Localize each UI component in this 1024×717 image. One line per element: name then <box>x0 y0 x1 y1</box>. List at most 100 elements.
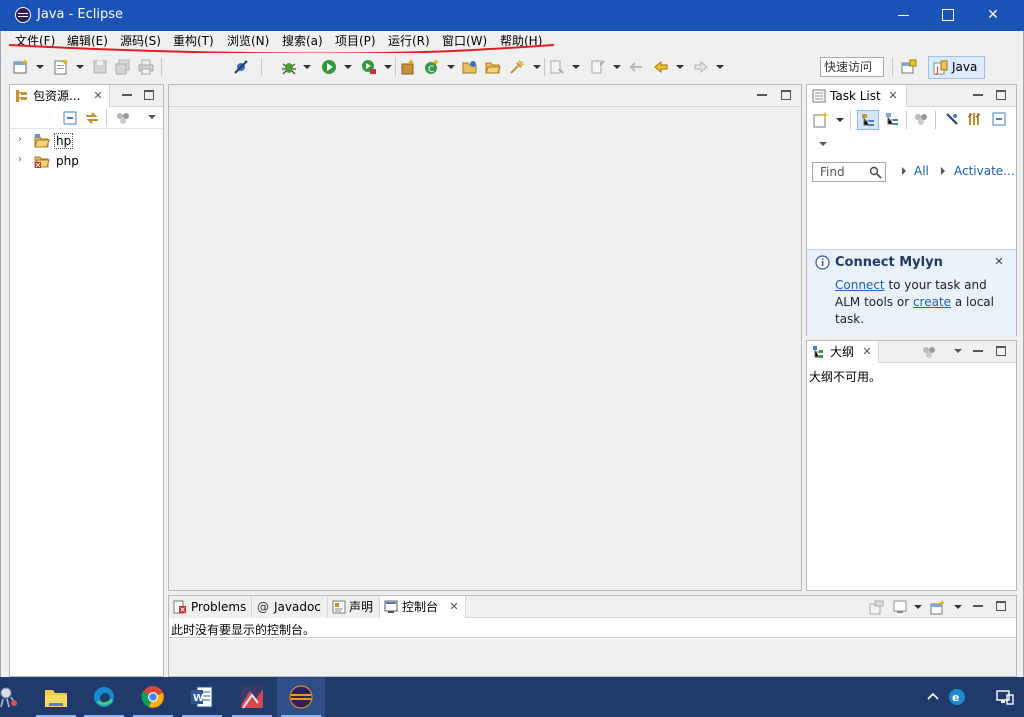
close-icon[interactable]: ✕ <box>993 256 1005 268</box>
run-external-tools-icon[interactable] <box>361 59 377 75</box>
minimize-view-icon[interactable] <box>973 605 983 607</box>
create-link[interactable]: create <box>913 295 951 309</box>
task-find-field[interactable]: Find <box>812 162 886 182</box>
tab-declaration[interactable]: 声明 <box>328 596 380 618</box>
scheduled-icon[interactable] <box>885 112 899 126</box>
tab-console[interactable]: 控制台 ✕ <box>380 596 466 618</box>
tree-item[interactable]: › php <box>10 151 163 171</box>
new-java-class-icon[interactable]: C <box>424 59 440 75</box>
search-icon[interactable] <box>869 166 882 179</box>
close-icon[interactable]: ✕ <box>861 346 873 358</box>
open-task-icon[interactable] <box>509 59 525 75</box>
minimize-editor-icon[interactable] <box>757 94 767 96</box>
open-console-icon[interactable] <box>930 600 945 615</box>
editor-area[interactable] <box>168 84 802 591</box>
new-file-icon[interactable] <box>53 59 69 75</box>
tab-package-explorer[interactable]: 包资源... ✕ <box>10 85 110 107</box>
focus-icon[interactable] <box>922 345 936 359</box>
maximize-view-icon[interactable] <box>996 601 1006 611</box>
expand-arrow-icon[interactable]: › <box>18 134 22 145</box>
minimize-view-icon[interactable] <box>122 94 132 96</box>
minimize-button[interactable] <box>881 0 927 31</box>
taskbar-image-app[interactable] <box>228 677 276 717</box>
maximize-view-icon[interactable] <box>144 90 154 100</box>
forward-icon[interactable] <box>693 59 709 75</box>
focus-on-workweek-icon[interactable] <box>914 112 928 126</box>
open-task-dropdown-icon[interactable] <box>533 65 541 69</box>
connect-link[interactable]: Connect <box>835 278 885 292</box>
quick-access-field[interactable]: 快速访问 <box>820 57 884 77</box>
open-perspective-icon[interactable] <box>901 59 917 75</box>
run-icon[interactable] <box>321 59 337 75</box>
network-icon[interactable] <box>996 689 1014 705</box>
annotation-next-icon[interactable] <box>549 59 565 75</box>
view-menu-icon[interactable] <box>819 142 827 146</box>
open-console-dropdown-icon[interactable] <box>954 605 962 609</box>
pin-console-icon[interactable] <box>869 600 884 615</box>
gadget-icon[interactable] <box>0 685 18 709</box>
close-button[interactable]: ✕ <box>970 0 1016 31</box>
last-edit-location-icon[interactable] <box>628 59 644 75</box>
annotation-prev-dropdown-icon[interactable] <box>613 65 621 69</box>
minimize-view-icon[interactable] <box>973 350 983 352</box>
maximize-button[interactable] <box>925 0 971 31</box>
filter-all-link[interactable]: All <box>914 164 929 178</box>
external-tools-dropdown-icon[interactable] <box>384 65 392 69</box>
activate-task-link[interactable]: Activate... <box>954 164 1015 178</box>
tab-problems[interactable]: Problems <box>169 596 252 618</box>
back-dropdown-icon[interactable] <box>676 65 684 69</box>
display-console-dropdown-icon[interactable] <box>914 605 922 609</box>
tab-outline[interactable]: 大纲 ✕ <box>807 341 879 363</box>
tree-item[interactable]: › hp <box>10 131 163 151</box>
minimize-view-icon[interactable] <box>973 94 983 96</box>
view-menu-icon[interactable] <box>954 349 962 353</box>
back-icon[interactable] <box>653 59 669 75</box>
taskbar-eclipse[interactable] <box>277 677 325 717</box>
taskbar-file-explorer[interactable] <box>32 677 80 717</box>
expand-arrow-icon[interactable]: › <box>18 154 22 165</box>
close-icon[interactable]: ✕ <box>887 90 899 102</box>
categorized-toggle[interactable] <box>857 110 879 130</box>
skip-breakpoints-icon[interactable] <box>233 59 249 75</box>
annotation-prev-icon[interactable] <box>590 59 606 75</box>
tab-javadoc[interactable]: @ Javadoc <box>252 596 328 618</box>
maximize-editor-icon[interactable] <box>781 90 791 100</box>
debug-icon[interactable] <box>281 59 297 75</box>
debug-dropdown-icon[interactable] <box>303 65 311 69</box>
chevron-up-icon[interactable] <box>926 691 940 701</box>
link-with-editor-icon[interactable] <box>85 111 99 125</box>
new-task-icon[interactable] <box>813 112 829 128</box>
new-icon[interactable] <box>13 59 29 75</box>
focus-icon[interactable] <box>116 111 130 125</box>
display-console-icon[interactable] <box>893 600 908 615</box>
open-type-icon[interactable] <box>462 59 478 75</box>
edge-tray-icon[interactable]: e <box>948 688 966 706</box>
maximize-view-icon[interactable] <box>996 346 1006 356</box>
java-perspective-button[interactable]: J Java <box>928 56 985 79</box>
open-folder-icon[interactable] <box>485 59 501 75</box>
taskbar-chrome[interactable] <box>129 677 177 717</box>
new-java-package-icon[interactable] <box>400 59 416 75</box>
save-icon[interactable] <box>92 59 108 75</box>
new-task-dropdown-icon[interactable] <box>836 118 844 122</box>
taskbar-word[interactable]: W <box>178 677 226 717</box>
print-icon[interactable] <box>138 59 154 75</box>
collapse-all-tasks-icon[interactable] <box>992 112 1006 126</box>
view-menu-icon[interactable] <box>148 115 156 119</box>
collapse-all-icon[interactable] <box>63 111 77 125</box>
hide-completed-icon[interactable] <box>945 112 959 126</box>
maximize-view-icon[interactable] <box>996 90 1006 100</box>
new-file-dropdown-icon[interactable] <box>76 65 84 69</box>
forward-dropdown-icon[interactable] <box>716 65 724 69</box>
close-icon[interactable]: ✕ <box>448 601 460 613</box>
taskbar-edge[interactable] <box>80 677 128 717</box>
close-icon[interactable]: ✕ <box>92 90 104 102</box>
tab-task-list[interactable]: Task List ✕ <box>807 85 907 107</box>
console-content[interactable] <box>169 639 1016 676</box>
save-all-icon[interactable] <box>115 59 131 75</box>
new-class-dropdown-icon[interactable] <box>447 65 455 69</box>
run-dropdown-icon[interactable] <box>344 65 352 69</box>
annotation-next-dropdown-icon[interactable] <box>572 65 580 69</box>
synchronize-icon[interactable] <box>967 112 981 126</box>
new-dropdown-icon[interactable] <box>36 65 44 69</box>
